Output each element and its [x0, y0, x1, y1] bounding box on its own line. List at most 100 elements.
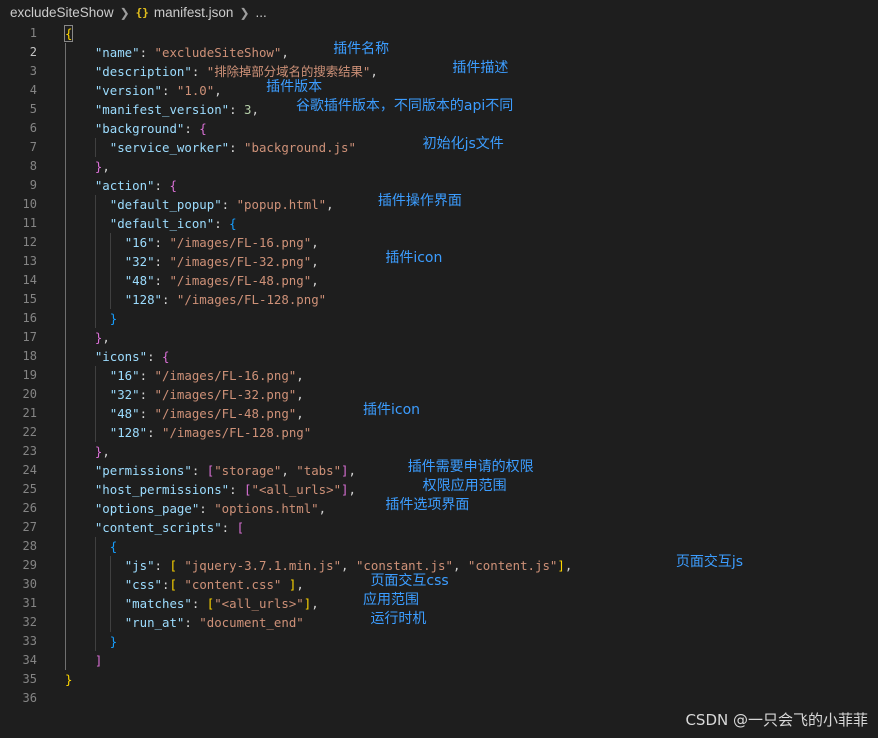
code-line[interactable]: "16": "/images/FL-16.png",: [65, 366, 304, 385]
line-number: 8: [29, 159, 37, 173]
code-line[interactable]: "options_page": "options.html",: [65, 499, 326, 518]
code-line[interactable]: "name": "excludeSiteShow",: [65, 43, 289, 62]
code-line[interactable]: "description": "排除掉部分域名的搜索结果",: [65, 62, 378, 81]
code-token: "name": [94, 45, 140, 60]
code-token: :: [184, 615, 200, 630]
code-token: "document_end": [199, 615, 304, 630]
code-line[interactable]: {: [65, 537, 117, 556]
code-token: }: [109, 311, 118, 326]
code-token: :: [139, 387, 155, 402]
code-token: "16": [124, 235, 155, 250]
code-token: [: [244, 482, 252, 497]
code-line[interactable]: },: [65, 157, 110, 176]
code-line[interactable]: "matches": ["<all_urls>"],: [65, 594, 319, 613]
code-line[interactable]: "default_icon": {: [65, 214, 237, 233]
code-token: "48": [124, 273, 155, 288]
code-line[interactable]: "host_permissions": ["<all_urls>"],: [65, 480, 356, 499]
code-token: :: [229, 102, 245, 117]
code-token: :: [154, 178, 170, 193]
annotation-label: 初始化js文件: [422, 136, 504, 152]
code-token: ,: [311, 235, 319, 250]
line-number: 11: [22, 216, 37, 230]
code-token: [: [236, 520, 245, 535]
annotation-label: 权限应用范围: [422, 478, 507, 494]
line-number: 12: [22, 235, 37, 249]
annotation-label: 插件版本: [266, 79, 323, 95]
annotation-label: 页面交互css: [370, 573, 449, 589]
code-token: }: [109, 634, 118, 649]
line-number: 21: [22, 406, 37, 420]
code-line[interactable]: "version": "1.0",: [65, 81, 222, 100]
breadcrumb-more[interactable]: ...: [256, 5, 267, 20]
line-number: 14: [22, 273, 37, 287]
code-token: "background": [94, 121, 185, 136]
code-line[interactable]: }: [65, 309, 117, 328]
code-token: "排除掉部分域名的搜索结果": [206, 64, 371, 79]
code-token: "matches": [124, 596, 192, 611]
code-line[interactable]: ]: [65, 651, 102, 670]
code-line[interactable]: "128": "/images/FL-128.png": [65, 423, 311, 442]
code-line[interactable]: "32": "/images/FL-32.png",: [65, 385, 304, 404]
line-number: 4: [29, 83, 37, 97]
code-line[interactable]: "32": "/images/FL-32.png",: [65, 252, 319, 271]
code-line[interactable]: "128": "/images/FL-128.png": [65, 290, 326, 309]
code-line[interactable]: "16": "/images/FL-16.png",: [65, 233, 319, 252]
code-line[interactable]: "icons": {: [65, 347, 170, 366]
line-number: 34: [22, 653, 37, 667]
breadcrumb-file[interactable]: manifest.json: [154, 5, 234, 20]
code-token: "32": [109, 387, 140, 402]
line-number: 32: [22, 615, 37, 629]
code-line[interactable]: "background": {: [65, 119, 207, 138]
code-line[interactable]: "48": "/images/FL-48.png",: [65, 404, 304, 423]
code-editor[interactable]: 1 2 3 4 5 6 7 8 9 10 11 12 13 14 15 16 17 18 19 20 21 22 23 24 2…: [0, 24, 878, 738]
code-line[interactable]: "service_worker": "background.js": [65, 138, 356, 157]
code-line[interactable]: {: [63, 24, 74, 43]
code-line[interactable]: "css":[ "content.css" ],: [65, 575, 304, 594]
code-token: :: [147, 425, 162, 440]
code-line[interactable]: "js": [ "jquery-3.7.1.min.js", "constant…: [65, 556, 573, 575]
code-token: "options_page": [94, 501, 200, 516]
code-line[interactable]: "permissions": ["storage", "tabs"],: [65, 461, 356, 480]
code-token: ,: [281, 45, 289, 60]
code-token: {: [109, 539, 118, 554]
code-token: :: [221, 520, 237, 535]
code-token: :: [154, 558, 170, 573]
code-token: }: [65, 672, 73, 687]
code-line[interactable]: }: [65, 632, 117, 651]
code-token: ,: [251, 102, 259, 117]
code-token: {: [229, 216, 237, 231]
annotation-label: 页面交互js: [675, 554, 744, 570]
code-token: ,: [296, 387, 304, 402]
code-token: "<all_urls>": [214, 596, 304, 611]
code-line[interactable]: "content_scripts": [: [65, 518, 244, 537]
annotation-label: 插件操作界面: [377, 193, 462, 209]
code-line[interactable]: },: [65, 442, 110, 461]
code-token: :: [214, 216, 230, 231]
code-line[interactable]: },: [65, 328, 110, 347]
code-token: ,: [296, 368, 304, 383]
breadcrumb: excludeSiteShow ❯ {} manifest.json ❯ ...: [0, 0, 878, 25]
code-line[interactable]: "action": {: [65, 176, 177, 195]
code-line[interactable]: "48": "/images/FL-48.png",: [65, 271, 319, 290]
code-token: ,: [452, 558, 468, 573]
code-line[interactable]: "manifest_version": 3,: [65, 100, 259, 119]
breadcrumb-folder[interactable]: excludeSiteShow: [10, 5, 114, 20]
code-line[interactable]: "default_popup": "popup.html",: [65, 195, 334, 214]
code-line[interactable]: }: [65, 670, 72, 689]
code-token: :: [147, 349, 162, 364]
code-token: ,: [296, 577, 304, 592]
code-token: :: [139, 368, 155, 383]
code-line[interactable]: "run_at": "document_end": [65, 613, 304, 632]
line-number: 7: [29, 140, 37, 154]
